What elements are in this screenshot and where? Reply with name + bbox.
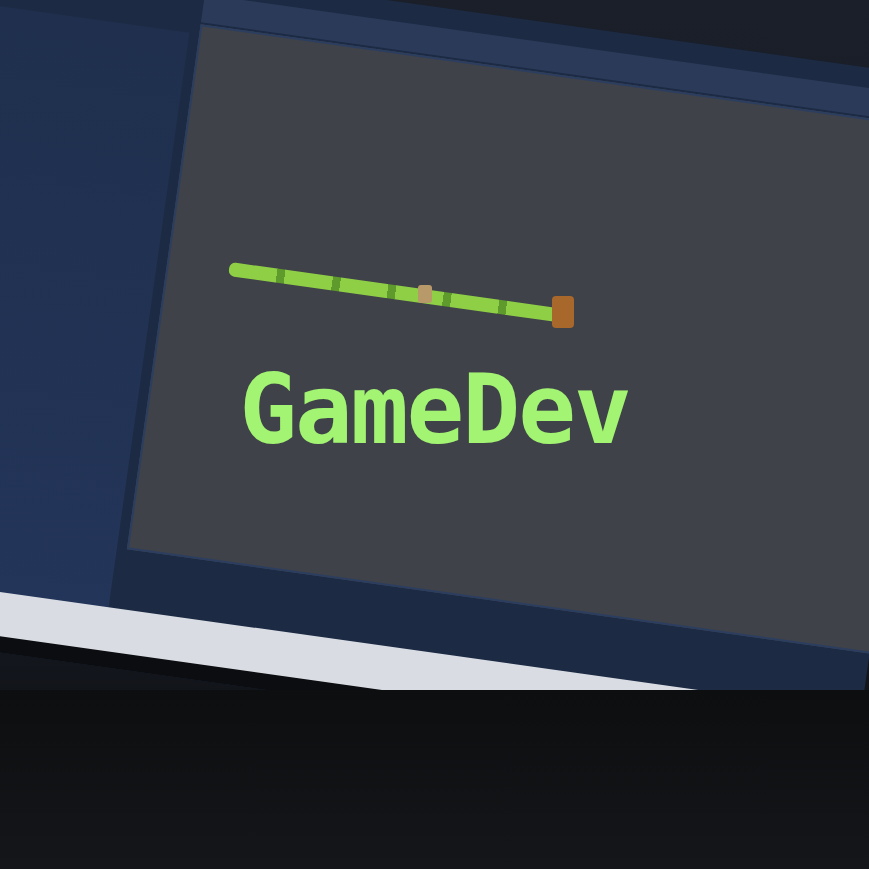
title-overlay: GameDev	[0, 358, 869, 464]
title: GameDev	[239, 358, 630, 464]
keyboard	[0, 690, 869, 869]
thumbnail: GameDev	[0, 0, 869, 869]
player-sprite	[552, 296, 574, 328]
editor-viewport	[127, 24, 869, 655]
sprite	[418, 285, 432, 303]
